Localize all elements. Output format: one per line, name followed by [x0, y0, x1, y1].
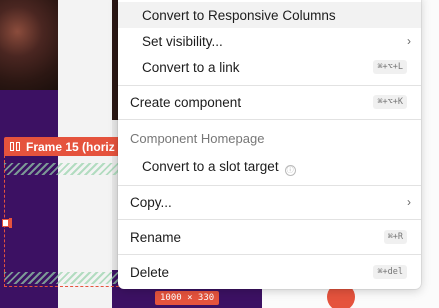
menu-item-label: Convert to a slot target ⓘ: [142, 159, 296, 176]
menu-item-label: Set visibility...: [142, 33, 223, 49]
menu-divider: [118, 85, 421, 86]
hero-image: [0, 0, 58, 90]
resize-handle-bar[interactable]: [9, 218, 12, 228]
menu-item-copy[interactable]: Copy... ›: [118, 189, 421, 215]
menu-item-label: Create component: [130, 94, 242, 110]
menu-item-label: Rename: [130, 229, 182, 245]
menu-divider: [118, 254, 421, 255]
chevron-right-icon: ›: [407, 34, 411, 48]
menu-item-rename[interactable]: Rename ⌘+R: [118, 224, 421, 250]
menu-item-set-visibility[interactable]: Set visibility... ›: [118, 28, 421, 54]
menu-divider: [118, 185, 421, 186]
shortcut-badge: ⌘+R: [383, 230, 407, 244]
context-menu: Convert to Responsive Columns Set visibi…: [118, 0, 421, 289]
shortcut-badge: ⌘+del: [373, 265, 407, 279]
menu-item-label: Delete: [130, 264, 170, 280]
shortcut-badge: ⌘+⌥+L: [373, 60, 407, 74]
horizontal-stack-icon: [10, 142, 21, 151]
info-icon: ⓘ: [284, 165, 296, 176]
shortcut-badge: ⌘+⌥+K: [373, 95, 407, 109]
menu-divider: [118, 219, 421, 220]
menu-item-convert-slot-target[interactable]: Convert to a slot target ⓘ: [118, 154, 421, 180]
resize-handle[interactable]: [2, 219, 9, 227]
menu-item-label: Copy...: [130, 194, 172, 210]
menu-section-header: Component Homepage: [130, 131, 265, 146]
menu-item-delete[interactable]: Delete ⌘+del: [118, 259, 421, 285]
frame-label-text: Frame 15 (horiz: [26, 139, 115, 154]
dimensions-badge: 1000 × 330: [155, 291, 220, 305]
chevron-right-icon: ›: [407, 195, 411, 209]
frame-label[interactable]: Frame 15 (horiz: [4, 137, 121, 156]
menu-divider: [118, 119, 421, 120]
menu-item-convert-responsive-columns[interactable]: Convert to Responsive Columns: [118, 2, 421, 28]
menu-item-convert-to-link[interactable]: Convert to a link ⌘+⌥+L: [118, 54, 421, 80]
menu-item-label: Convert to Responsive Columns: [142, 7, 336, 23]
selection-outline[interactable]: [4, 155, 124, 287]
menu-item-label: Convert to a link: [142, 59, 240, 75]
menu-item-create-component[interactable]: Create component ⌘+⌥+K: [118, 89, 421, 115]
